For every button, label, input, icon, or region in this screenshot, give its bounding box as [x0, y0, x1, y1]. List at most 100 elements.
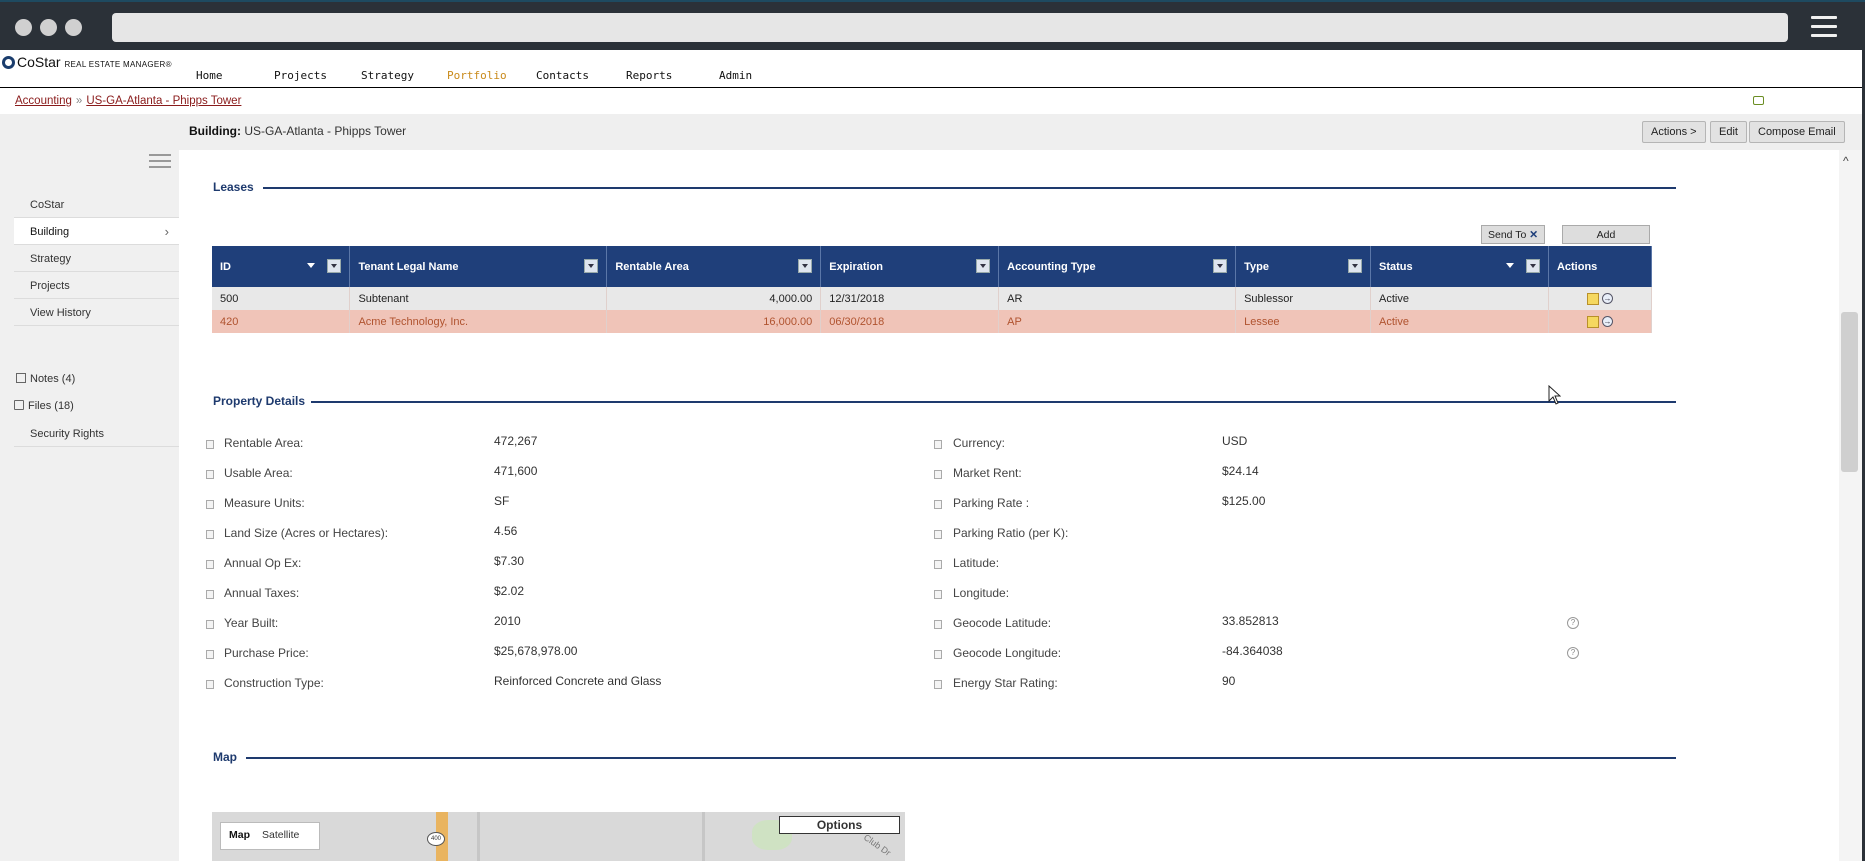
field-info-icon[interactable]: [206, 680, 214, 689]
column-header-expiration[interactable]: Expiration: [820, 246, 1000, 287]
column-header-id[interactable]: ID: [212, 246, 351, 287]
sidebar-item-projects[interactable]: Projects: [14, 272, 179, 299]
field-info-icon[interactable]: [206, 620, 214, 629]
field-info-icon[interactable]: [934, 470, 942, 479]
cell-actions: →: [1548, 287, 1653, 310]
breadcrumb-accounting[interactable]: Accounting: [15, 95, 72, 107]
property-field-value: -84.364038: [1222, 644, 1283, 658]
cell-tenant[interactable]: Acme Technology, Inc.: [349, 310, 608, 333]
nav-reports[interactable]: Reports: [626, 69, 672, 82]
field-info-icon[interactable]: [206, 560, 214, 569]
property-field-label: Annual Taxes:: [224, 586, 300, 600]
cell-area: 4,000.00: [606, 287, 822, 310]
sidebar-link-files[interactable]: Files (18): [14, 400, 74, 412]
sidebar-collapse-icon[interactable]: [149, 154, 171, 170]
table-row[interactable]: 420 Acme Technology, Inc. 16,000.00 06/3…: [212, 310, 1653, 333]
nav-admin[interactable]: Admin: [719, 69, 752, 82]
field-info-icon[interactable]: [206, 650, 214, 659]
comment-icon[interactable]: [1753, 96, 1764, 105]
actions-button[interactable]: Actions >: [1642, 121, 1706, 143]
field-info-icon[interactable]: [206, 530, 214, 539]
cell-status: Active: [1370, 287, 1549, 310]
sidebar-item-building[interactable]: Building ›: [14, 218, 179, 245]
breadcrumb-building[interactable]: US-GA-Atlanta - Phipps Tower: [86, 95, 241, 107]
nav-home[interactable]: Home: [196, 69, 223, 82]
sort-icon[interactable]: [1505, 263, 1514, 268]
help-icon[interactable]: ?: [1567, 617, 1579, 629]
property-details-section-title: Property Details: [213, 394, 306, 408]
property-field-value: 2010: [494, 614, 521, 628]
filter-icon[interactable]: [1213, 259, 1228, 273]
property-field-value: $25,678,978.00: [494, 644, 578, 658]
field-info-icon[interactable]: [206, 590, 214, 599]
nav-contacts[interactable]: Contacts: [536, 69, 589, 82]
filter-icon[interactable]: [798, 259, 813, 273]
nav-strategy[interactable]: Strategy: [361, 69, 414, 82]
field-info-icon[interactable]: [934, 560, 942, 569]
section-divider: [263, 187, 1676, 189]
browser-menu-icon[interactable]: [1811, 16, 1837, 38]
scrollbar[interactable]: [1839, 150, 1862, 861]
property-field-label: Rentable Area:: [224, 436, 304, 450]
cell-tenant[interactable]: Subtenant: [349, 287, 608, 310]
property-field-label: Year Built:: [224, 616, 279, 630]
send-to-button[interactable]: Send To ✕: [1481, 225, 1546, 244]
add-lease-button[interactable]: Add: [1562, 225, 1650, 244]
field-info-icon[interactable]: [934, 530, 942, 539]
nav-projects[interactable]: Projects: [274, 69, 327, 82]
compose-email-button[interactable]: Compose Email: [1749, 121, 1845, 143]
column-header-type[interactable]: Type: [1235, 246, 1372, 287]
edit-icon[interactable]: [1586, 292, 1599, 305]
sidebar-link-notes[interactable]: Notes (4): [16, 373, 75, 385]
filter-icon[interactable]: [327, 259, 342, 273]
go-arrow-icon[interactable]: →: [1601, 293, 1613, 305]
column-header-accounting-type[interactable]: Accounting Type: [998, 246, 1237, 287]
property-field-value: $125.00: [1222, 494, 1266, 508]
field-info-icon[interactable]: [934, 680, 942, 689]
filter-icon[interactable]: [976, 259, 991, 273]
column-header-rentable-area[interactable]: Rentable Area: [606, 246, 822, 287]
sidebar-item-security-rights[interactable]: Security Rights: [14, 420, 179, 447]
window-close-button[interactable]: [15, 19, 32, 36]
filter-icon[interactable]: [584, 259, 599, 273]
field-info-icon[interactable]: [206, 500, 214, 509]
table-row[interactable]: 500 Subtenant 4,000.00 12/31/2018 AR Sub…: [212, 287, 1653, 310]
field-info-icon[interactable]: [934, 590, 942, 599]
cell-id: 420: [212, 310, 351, 333]
scroll-up-icon[interactable]: ^: [1843, 154, 1849, 168]
property-field-label: Market Rent:: [953, 466, 1022, 480]
address-bar[interactable]: [112, 13, 1788, 42]
field-info-icon[interactable]: [934, 650, 942, 659]
column-header-status[interactable]: Status: [1370, 246, 1549, 287]
column-header-tenant[interactable]: Tenant Legal Name: [349, 246, 608, 287]
window-minimize-button[interactable]: [40, 19, 57, 36]
nav-portfolio[interactable]: Portfolio: [447, 69, 507, 82]
field-info-icon[interactable]: [206, 470, 214, 479]
edit-icon[interactable]: [1586, 315, 1599, 328]
filter-icon[interactable]: [1348, 259, 1363, 273]
excel-icon: ✕: [1529, 229, 1539, 241]
field-info-icon[interactable]: [934, 620, 942, 629]
help-icon[interactable]: ?: [1567, 647, 1579, 659]
filter-icon[interactable]: [1525, 259, 1540, 273]
field-info-icon[interactable]: [934, 440, 942, 449]
costar-logo[interactable]: CoStar REAL ESTATE MANAGER®: [2, 54, 172, 70]
go-arrow-icon[interactable]: →: [1601, 316, 1613, 328]
sidebar-item-costar[interactable]: CoStar: [14, 191, 179, 218]
map-view[interactable]: 400 Club Dr Map Satellite Options: [212, 812, 905, 861]
property-field-value: SF: [494, 494, 510, 508]
map-options-button[interactable]: Options: [779, 816, 900, 834]
field-info-icon[interactable]: [934, 500, 942, 509]
edit-button[interactable]: Edit: [1710, 121, 1747, 143]
map-street-label: Club Dr: [861, 832, 893, 858]
field-info-icon[interactable]: [206, 440, 214, 449]
window-maximize-button[interactable]: [65, 19, 82, 36]
sidebar-item-view-history[interactable]: View History: [14, 299, 179, 326]
scrollbar-thumb[interactable]: [1841, 312, 1858, 472]
sidebar-item-strategy[interactable]: Strategy: [14, 245, 179, 272]
map-type-satellite-button[interactable]: Satellite: [262, 829, 299, 841]
cell-type: Lessee: [1235, 310, 1372, 333]
map-type-map-button[interactable]: Map: [229, 829, 250, 841]
property-field-label: Usable Area:: [224, 466, 293, 480]
sort-icon[interactable]: [307, 263, 316, 268]
